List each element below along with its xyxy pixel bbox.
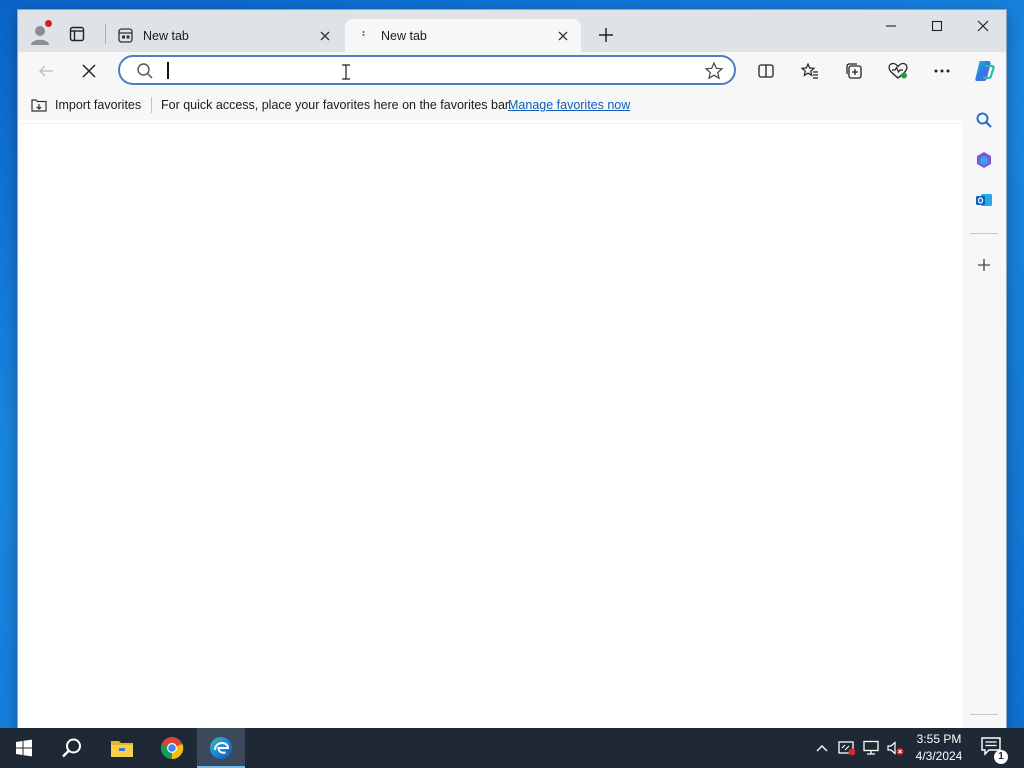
collections-icon [846, 63, 862, 79]
import-favorites-label: Import favorites [55, 98, 142, 112]
taskbar: 3:55 PM 4/3/2024 1 [0, 728, 1024, 768]
file-explorer-button[interactable] [98, 728, 146, 768]
close-window-button[interactable] [960, 10, 1006, 42]
sidebar-search-button[interactable] [972, 108, 996, 132]
sidebar-search-icon [976, 112, 992, 128]
import-favorites-button[interactable]: Import favorites [30, 96, 141, 114]
favorites-button[interactable] [796, 57, 824, 85]
sidebar-separator [970, 233, 998, 234]
text-caret [167, 62, 169, 79]
split-screen-button[interactable] [752, 57, 780, 85]
search-icon [137, 63, 153, 79]
favorites-bar: Import favorites For quick access, place… [18, 90, 962, 120]
edge-icon [210, 737, 232, 759]
close-tab-icon[interactable] [551, 24, 575, 48]
close-icon [977, 20, 989, 32]
browser-window: New tab New tab Import favorites For qui… [18, 10, 1006, 728]
import-favorites-icon [31, 99, 47, 112]
browser-essentials-icon [888, 62, 908, 79]
favorite-star-icon[interactable] [704, 61, 724, 81]
chrome-button[interactable] [148, 728, 196, 768]
volume-muted-icon [887, 741, 904, 755]
action-center-button[interactable]: 1 [980, 736, 1008, 764]
sidebar-add-button[interactable] [972, 253, 996, 277]
microsoft365-button[interactable] [972, 148, 996, 172]
stop-loading-button[interactable] [75, 57, 103, 85]
security-alert-icon [838, 741, 856, 756]
page-content [21, 123, 961, 728]
maximize-icon [931, 20, 943, 32]
favorites-bar-message: For quick access, place your favorites h… [161, 98, 512, 112]
start-button[interactable] [0, 728, 48, 768]
back-button[interactable] [32, 57, 60, 85]
split-screen-icon [758, 64, 774, 78]
browser-essentials-button[interactable] [884, 57, 912, 85]
tray-security-button[interactable] [837, 738, 857, 758]
clock-date: 4/3/2024 [915, 749, 963, 763]
tab-new-tab-2[interactable]: New tab [345, 19, 581, 52]
tab-label: New tab [143, 28, 189, 43]
search-icon [62, 738, 81, 758]
tray-volume-button[interactable] [885, 738, 905, 758]
add-icon [978, 259, 990, 271]
address-input[interactable] [166, 60, 690, 82]
tab-strip: New tab New tab [18, 10, 1006, 52]
network-icon [863, 740, 879, 755]
tab-label: New tab [381, 28, 427, 43]
collections-button[interactable] [840, 57, 868, 85]
show-hidden-icons-button[interactable] [812, 738, 832, 758]
outlook-icon [976, 194, 992, 206]
address-bar[interactable] [118, 55, 736, 85]
tab-actions-button[interactable] [66, 23, 88, 45]
minimize-button[interactable] [868, 10, 914, 42]
stop-loading-icon [82, 64, 96, 78]
copilot-button[interactable] [970, 57, 998, 85]
text-cursor-icon [342, 64, 350, 80]
new-tab-page-icon [117, 28, 133, 44]
clock-time: 3:55 PM [916, 732, 962, 746]
chrome-icon [160, 737, 184, 760]
loading-spinner-icon [355, 28, 371, 44]
favorites-separator [151, 97, 152, 113]
taskbar-clock[interactable]: 3:55 PM 4/3/2024 [906, 731, 972, 765]
new-tab-button[interactable] [594, 23, 618, 47]
back-arrow-icon [38, 65, 53, 77]
tray-network-button[interactable] [861, 738, 881, 758]
toolbar [18, 52, 1006, 90]
close-tab-icon[interactable] [313, 24, 337, 48]
taskbar-search-button[interactable] [48, 728, 96, 768]
sidebar-separator [970, 714, 998, 715]
profile-alert-dot [45, 20, 52, 27]
maximize-button[interactable] [914, 10, 960, 42]
manage-favorites-link[interactable]: Manage favorites now [508, 98, 630, 112]
chevron-up-icon [816, 745, 828, 752]
tab-actions-icon [69, 26, 85, 42]
outlook-button[interactable] [972, 188, 996, 212]
file-explorer-icon [111, 741, 133, 757]
notification-count-badge: 1 [994, 750, 1008, 764]
more-icon [934, 69, 950, 73]
favorites-icon [801, 62, 818, 79]
edge-button[interactable] [197, 728, 245, 768]
copilot-icon [975, 61, 995, 81]
profile-button[interactable] [28, 20, 52, 46]
more-button[interactable] [928, 57, 956, 85]
minimize-icon [886, 25, 896, 27]
plus-icon [599, 28, 613, 42]
sidebar [962, 90, 1006, 728]
microsoft365-icon [977, 152, 991, 168]
start-icon [16, 739, 32, 757]
tab-separator [105, 24, 106, 44]
tab-new-tab-1[interactable]: New tab [107, 19, 343, 52]
